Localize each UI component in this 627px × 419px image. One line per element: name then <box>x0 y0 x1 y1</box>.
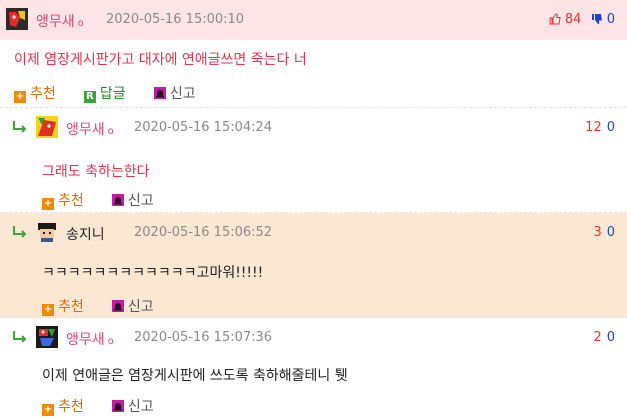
plus-icon: + <box>42 404 54 416</box>
downvote-count[interactable]: 0 <box>607 225 615 240</box>
reply-badge-icon: R <box>83 91 96 103</box>
comment-item: 앵무새 o 2020-05-16 15:00:10 84 0 이제 염장게시판가고… <box>0 0 627 108</box>
level-icon: o <box>77 18 84 29</box>
downvote-count[interactable]: 0 <box>607 330 615 345</box>
siren-icon <box>111 194 124 206</box>
vote-counts: 20 <box>593 330 615 345</box>
nickname[interactable]: 송지니 <box>66 224 105 244</box>
downvote-count[interactable]: 0 <box>607 120 615 135</box>
recommend-button[interactable]: + 추천 <box>42 190 84 210</box>
siren-icon <box>153 87 166 99</box>
comment-header: 앵무새 o 2020-05-16 15:07:36 20 <box>0 318 627 358</box>
plus-icon: + <box>42 198 54 210</box>
reply-button[interactable]: R 답글 <box>83 83 126 103</box>
avatar[interactable] <box>36 221 58 243</box>
downvote-button[interactable]: 0 <box>591 12 615 27</box>
report-button[interactable]: 신고 <box>153 83 196 103</box>
thumbs-up-icon <box>549 13 561 25</box>
downvote-count: 0 <box>606 12 615 27</box>
level-icon: o <box>107 336 114 347</box>
comment-actions: + 추천 R 답글 신고 <box>14 83 220 103</box>
comment-body: 그래도 축하는한다 <box>42 164 150 180</box>
reply-arrow-icon <box>13 121 27 133</box>
vote-counts: 84 0 <box>549 12 615 27</box>
timestamp: 2020-05-16 15:00:10 <box>106 12 245 27</box>
vote-counts: 30 <box>593 225 615 240</box>
nickname[interactable]: 앵무새 o <box>66 329 114 349</box>
timestamp: 2020-05-16 15:04:24 <box>134 120 273 135</box>
nickname[interactable]: 앵무새 o <box>36 11 84 31</box>
plus-icon: + <box>14 91 26 103</box>
comment-body: ㅋㅋㅋㅋㅋㅋㅋㅋㅋㅋㅋㅋ고마워!!!!! <box>42 265 264 281</box>
avatar[interactable] <box>36 326 58 348</box>
upvote-count: 84 <box>564 12 582 27</box>
comment-item: 앵무새 o 2020-05-16 15:07:36 20 이제 연애글은 염장게시… <box>0 318 627 419</box>
siren-icon <box>111 300 124 312</box>
comment-actions: + 추천 신고 <box>42 296 178 316</box>
timestamp: 2020-05-16 15:06:52 <box>134 225 273 240</box>
upvote-count[interactable]: 12 <box>585 120 602 135</box>
thumbs-down-icon <box>591 14 602 24</box>
upvote-button[interactable]: 84 <box>549 12 586 27</box>
recommend-button[interactable]: + 추천 <box>42 396 84 416</box>
comment-actions: + 추천 신고 <box>42 190 178 210</box>
plus-icon: + <box>42 304 54 316</box>
recommend-button[interactable]: + 추천 <box>42 296 84 316</box>
upvote-count[interactable]: 2 <box>593 330 601 345</box>
reply-arrow-icon <box>13 226 27 238</box>
recommend-button[interactable]: + 추천 <box>14 83 56 103</box>
comment-item: 송지니 2020-05-16 15:06:52 30 ㅋㅋㅋㅋㅋㅋㅋㅋㅋㅋㅋㅋ고… <box>0 213 627 318</box>
comment-actions: + 추천 신고 <box>42 396 178 416</box>
reply-arrow-icon <box>13 331 27 343</box>
vote-counts: 12 0 <box>585 120 615 135</box>
comment-body: 이제 연애글은 염장게시판에 쓰도록 축하해줄테니 퉷 <box>42 368 348 384</box>
comment-item: 앵무새 o 2020-05-16 15:04:24 12 0 그래도 축하는한다 +… <box>0 108 627 213</box>
avatar[interactable] <box>36 116 58 138</box>
level-icon: o <box>107 126 114 137</box>
report-button[interactable]: 신고 <box>111 190 154 210</box>
comment-header: 송지니 2020-05-16 15:06:52 30 <box>0 213 627 253</box>
report-button[interactable]: 신고 <box>111 296 154 316</box>
comment-body: 이제 염장게시판가고 대자에 연애글쓰면 죽는다 너 <box>14 52 307 68</box>
comment-header: 앵무새 o 2020-05-16 15:00:10 84 0 <box>0 0 627 40</box>
report-button[interactable]: 신고 <box>111 396 154 416</box>
upvote-count[interactable]: 3 <box>593 225 601 240</box>
comment-header: 앵무새 o 2020-05-16 15:04:24 12 0 <box>0 108 627 148</box>
timestamp: 2020-05-16 15:07:36 <box>134 330 273 345</box>
siren-icon <box>111 400 124 412</box>
nickname[interactable]: 앵무새 o <box>66 119 114 139</box>
avatar[interactable] <box>6 8 28 30</box>
